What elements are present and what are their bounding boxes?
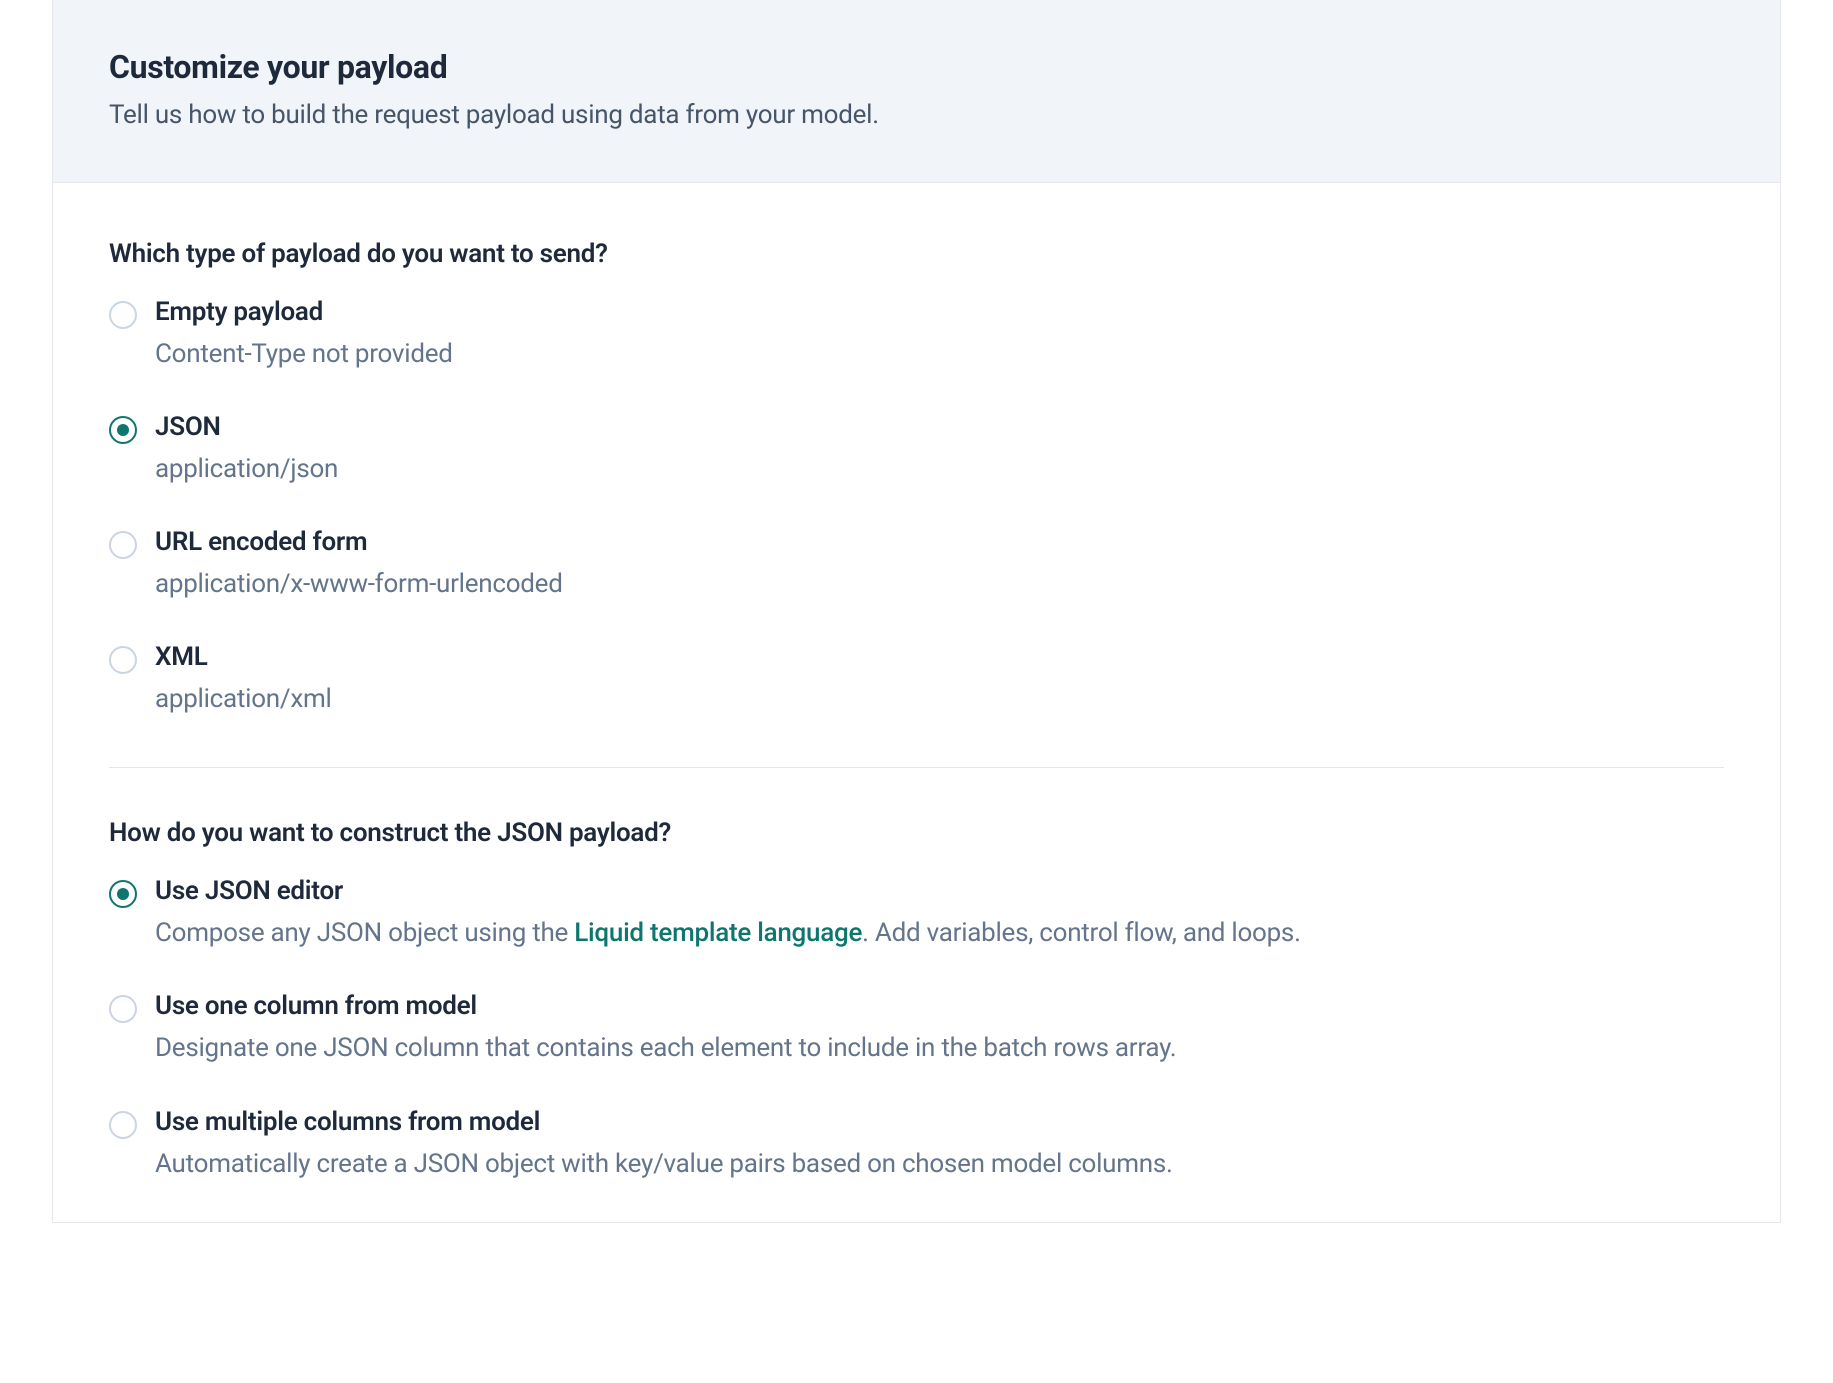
radio-option-multiple-columns[interactable]: Use multiple columns from model Automati… xyxy=(109,1107,1724,1182)
panel-title: Customize your payload xyxy=(109,48,1724,86)
panel-subtitle: Tell us how to build the request payload… xyxy=(109,100,1724,130)
radio-desc: application/json xyxy=(155,452,1724,487)
json-construct-question: How do you want to construct the JSON pa… xyxy=(109,818,1724,848)
radio-icon xyxy=(109,646,137,674)
payload-type-question: Which type of payload do you want to sen… xyxy=(109,239,1724,269)
radio-title: Use one column from model xyxy=(155,991,1724,1021)
radio-title: Use multiple columns from model xyxy=(155,1107,1724,1137)
radio-option-xml[interactable]: XML application/xml xyxy=(109,642,1724,717)
radio-title: JSON xyxy=(155,412,1724,442)
radio-desc: Content-Type not provided xyxy=(155,337,1724,372)
section-divider xyxy=(109,767,1724,768)
radio-desc: application/x-www-form-urlencoded xyxy=(155,567,1724,602)
radio-icon xyxy=(109,995,137,1023)
liquid-template-link[interactable]: Liquid template language xyxy=(574,918,862,948)
radio-option-json-editor[interactable]: Use JSON editor Compose any JSON object … xyxy=(109,876,1724,951)
panel-header: Customize your payload Tell us how to bu… xyxy=(53,0,1780,183)
radio-title: URL encoded form xyxy=(155,527,1724,557)
radio-desc: application/xml xyxy=(155,682,1724,717)
payload-config-panel: Customize your payload Tell us how to bu… xyxy=(52,0,1781,1223)
radio-icon xyxy=(109,531,137,559)
radio-desc: Automatically create a JSON object with … xyxy=(155,1147,1724,1182)
radio-option-empty-payload[interactable]: Empty payload Content-Type not provided xyxy=(109,297,1724,372)
radio-icon xyxy=(109,301,137,329)
payload-type-radio-group: Empty payload Content-Type not provided … xyxy=(109,297,1724,717)
radio-desc: Compose any JSON object using the Liquid… xyxy=(155,916,1724,951)
radio-title: XML xyxy=(155,642,1724,672)
radio-title: Use JSON editor xyxy=(155,876,1724,906)
radio-option-url-encoded[interactable]: URL encoded form application/x-www-form-… xyxy=(109,527,1724,602)
json-construct-radio-group: Use JSON editor Compose any JSON object … xyxy=(109,876,1724,1181)
radio-icon xyxy=(109,880,137,908)
radio-icon xyxy=(109,1111,137,1139)
radio-option-json[interactable]: JSON application/json xyxy=(109,412,1724,487)
radio-title: Empty payload xyxy=(155,297,1724,327)
panel-content: Which type of payload do you want to sen… xyxy=(53,183,1780,1222)
radio-desc: Designate one JSON column that contains … xyxy=(155,1031,1724,1066)
radio-option-one-column[interactable]: Use one column from model Designate one … xyxy=(109,991,1724,1066)
radio-icon xyxy=(109,416,137,444)
